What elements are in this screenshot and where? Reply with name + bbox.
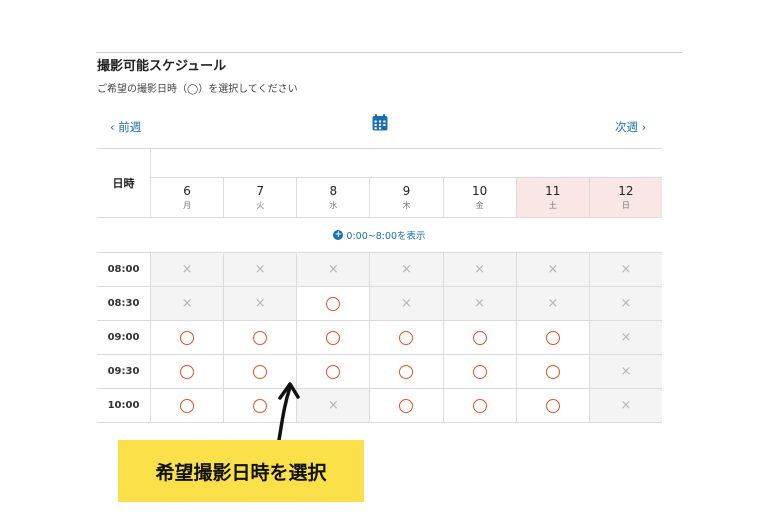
- available-circle-icon: [326, 330, 341, 345]
- day-number: 11: [545, 184, 561, 198]
- day-number: 6: [183, 184, 191, 198]
- available-circle-icon: [326, 364, 341, 379]
- day-header-row: 6 月 7 火 8 水 9 木 10 金 11 土 12 日: [151, 177, 662, 217]
- weekday-label: 日: [621, 201, 630, 210]
- weekday-label: 金: [475, 201, 484, 210]
- day-number: 9: [402, 184, 411, 198]
- time-label: 09:30: [97, 355, 151, 388]
- available-circle-icon: [399, 398, 414, 413]
- day-number: 12: [618, 184, 634, 198]
- page-subtitle: ご希望の撮影日時（◯）を選択してください: [97, 84, 298, 95]
- unavailable-slot: ×: [516, 287, 590, 320]
- available-slot[interactable]: [516, 355, 590, 388]
- time-row: 08:30 × × × × × ×: [97, 287, 662, 321]
- calendar-icon[interactable]: [372, 114, 388, 131]
- time-label: 08:30: [97, 287, 151, 320]
- instruction-callout: 希望撮影日時を選択: [118, 440, 364, 502]
- unavailable-slot: ×: [151, 287, 225, 320]
- available-circle-icon: [253, 330, 268, 345]
- unavailable-slot: ×: [370, 287, 444, 320]
- weekday-label: 火: [256, 201, 265, 210]
- grid-header: 日時 6 月 7 火 8 水 9 木 10 金 11 土 12 日: [97, 148, 662, 218]
- available-circle-icon: [545, 330, 560, 345]
- available-slot[interactable]: [516, 321, 590, 354]
- available-slot[interactable]: [370, 321, 444, 354]
- time-label: 10:00: [97, 389, 151, 422]
- available-slot[interactable]: [370, 355, 444, 388]
- unavailable-slot: ×: [516, 253, 590, 286]
- available-circle-icon: [180, 330, 195, 345]
- available-circle-icon: [545, 398, 560, 413]
- day-header: 10 金: [444, 178, 517, 217]
- time-row: 08:00 × × × × × × ×: [97, 253, 662, 287]
- available-slot[interactable]: [370, 389, 444, 422]
- day-number: 8: [329, 184, 338, 198]
- available-circle-icon: [545, 364, 560, 379]
- available-circle-icon: [326, 296, 341, 311]
- available-circle-icon: [399, 330, 414, 345]
- page-title: 撮影可能スケジュール: [97, 59, 227, 74]
- available-slot[interactable]: [151, 389, 225, 422]
- unavailable-slot: ×: [151, 253, 225, 286]
- time-slot-rows: 08:00 × × × × × × × 08:30 × × × × × × 09:00 × 09:30 × 10:00…: [97, 253, 662, 423]
- top-divider: [96, 52, 682, 53]
- available-circle-icon: [472, 330, 487, 345]
- day-header: 12 日: [589, 178, 662, 217]
- available-slot[interactable]: [443, 389, 517, 422]
- weekday-label: 木: [402, 201, 411, 210]
- weekday-label: 土: [548, 201, 557, 210]
- available-circle-icon: [472, 398, 487, 413]
- available-slot[interactable]: [224, 321, 298, 354]
- available-circle-icon: [253, 398, 268, 413]
- unavailable-slot: ×: [224, 287, 298, 320]
- time-label: 09:00: [97, 321, 151, 354]
- time-row: 10:00 × ×: [97, 389, 662, 423]
- show-early-hours-label: 0:00~8:00を表示: [346, 231, 426, 242]
- day-number: 7: [256, 184, 265, 198]
- schedule-grid: 日時 6 月 7 火 8 水 9 木 10 金 11 土 12 日 + 0:00~8:00を表示 08:0…: [97, 148, 662, 423]
- unavailable-slot: ×: [589, 287, 662, 320]
- unavailable-slot: ×: [443, 287, 517, 320]
- available-circle-icon: [399, 364, 414, 379]
- datetime-header-label: 日時: [97, 149, 151, 217]
- time-row: 09:00 ×: [97, 321, 662, 355]
- day-header: 9木: [370, 178, 444, 217]
- unavailable-slot: ×: [370, 253, 444, 286]
- unavailable-slot: ×: [443, 253, 517, 286]
- time-label: 08:00: [97, 253, 151, 286]
- available-slot[interactable]: [151, 321, 225, 354]
- unavailable-slot: ×: [589, 389, 662, 422]
- available-slot[interactable]: [297, 287, 371, 320]
- available-circle-icon: [180, 364, 195, 379]
- available-slot[interactable]: [297, 321, 371, 354]
- time-row: 09:30 ×: [97, 355, 662, 389]
- unavailable-slot: ×: [589, 355, 662, 388]
- plus-circle-icon: +: [333, 230, 344, 240]
- next-week-link[interactable]: 次週 ›: [615, 119, 646, 135]
- weekday-label: 月: [183, 201, 192, 210]
- show-early-hours-button[interactable]: + 0:00~8:00を表示: [97, 218, 662, 253]
- unavailable-slot: ×: [589, 253, 662, 286]
- available-circle-icon: [253, 364, 268, 379]
- day-header: 6月: [151, 178, 225, 217]
- available-slot[interactable]: [516, 389, 590, 422]
- day-header: 11 土: [516, 178, 590, 217]
- available-slot[interactable]: [443, 355, 517, 388]
- unavailable-slot: ×: [224, 253, 298, 286]
- unavailable-slot: ×: [297, 253, 371, 286]
- prev-week-link[interactable]: ‹ 前週: [110, 119, 141, 135]
- available-slot[interactable]: [151, 355, 225, 388]
- weekday-label: 水: [329, 201, 338, 210]
- day-number: 10: [471, 184, 488, 198]
- available-slot[interactable]: [443, 321, 517, 354]
- available-circle-icon: [180, 398, 195, 413]
- day-header: 8水: [297, 178, 371, 217]
- unavailable-slot: ×: [589, 321, 662, 354]
- available-circle-icon: [472, 364, 487, 379]
- day-header: 7火: [224, 178, 298, 217]
- arrow-up-icon: [277, 382, 300, 442]
